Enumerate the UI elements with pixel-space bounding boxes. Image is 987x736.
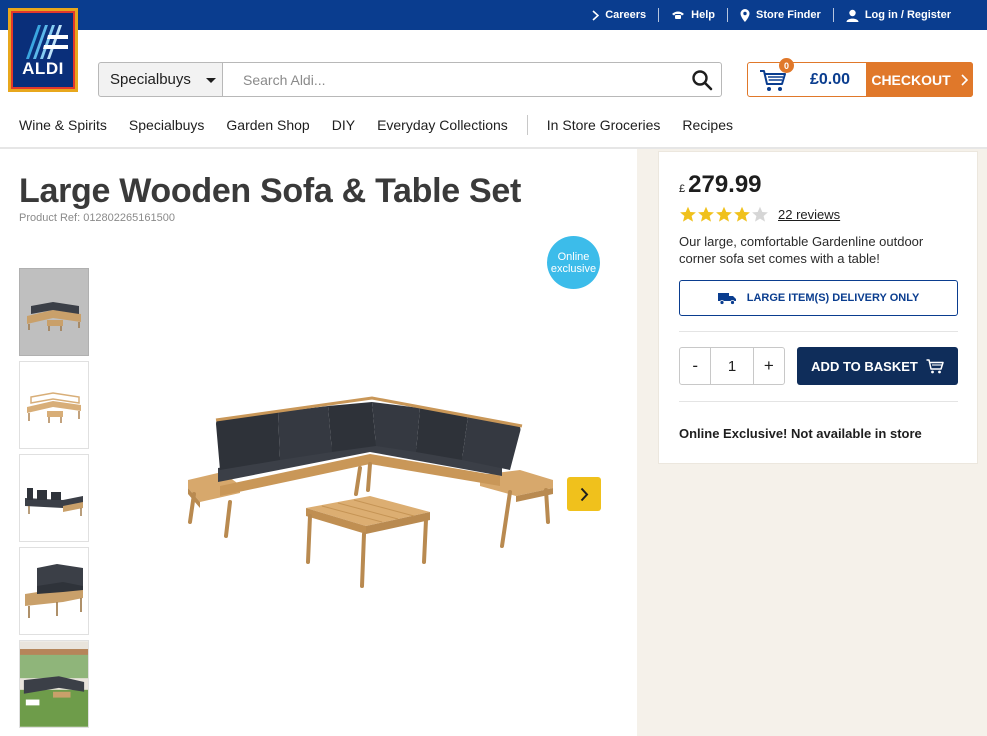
garden-scene-image — [20, 641, 88, 727]
phone-icon — [672, 11, 685, 19]
nav-diy[interactable]: DIY — [321, 117, 366, 133]
search-box — [222, 62, 722, 97]
nav-in-store-groceries[interactable]: In Store Groceries — [536, 117, 672, 133]
careers-label: Careers — [605, 9, 647, 21]
quantity-increase-button[interactable]: + — [754, 348, 784, 384]
utility-links: Careers Help Store Finder Log in / Regis… — [580, 0, 963, 30]
star-empty-icon — [752, 206, 768, 222]
page-title: Large Wooden Sofa & Table Set — [19, 172, 521, 210]
online-exclusive-badge: Online exclusive — [547, 236, 600, 289]
user-icon — [846, 9, 859, 22]
buy-box: £ 279.99 22 reviews Our large, comfortab… — [658, 151, 978, 464]
basket-icon — [926, 358, 944, 373]
product-ref: Product Ref: 012802265161500 — [19, 212, 175, 224]
thumbnail-5[interactable] — [19, 640, 89, 728]
badge-line-2: exclusive — [550, 262, 597, 275]
search-icon[interactable] — [691, 69, 713, 91]
search-category-select[interactable]: Specialbuys — [98, 62, 223, 97]
quantity-stepper: - 1 + — [679, 347, 785, 385]
caret-down-icon — [206, 78, 216, 83]
add-to-basket-button[interactable]: ADD TO BASKET — [797, 347, 958, 385]
product-description: Our large, comfortable Gardenline outdoo… — [679, 234, 924, 266]
cart-button[interactable]: 0 — [748, 58, 794, 96]
delivery-truck-icon — [717, 292, 736, 305]
star-filled-icon — [698, 206, 714, 222]
divider — [679, 401, 958, 402]
main-navigation: Wine & Spirits Specialbuys Garden Shop D… — [0, 110, 744, 140]
logo-text: ALDI — [22, 59, 64, 78]
nav-wine-spirits[interactable]: Wine & Spirits — [0, 117, 118, 133]
chevron-right-icon — [592, 9, 600, 21]
star-filled-icon — [716, 206, 732, 222]
store-finder-label: Store Finder — [756, 9, 821, 21]
careers-link[interactable]: Careers — [580, 8, 658, 22]
cart-count-badge: 0 — [779, 58, 794, 73]
store-finder-link[interactable]: Store Finder — [727, 8, 833, 22]
thumbnail-3[interactable] — [19, 454, 89, 542]
sofa-side-image — [25, 488, 83, 516]
nav-everyday-collections[interactable]: Everyday Collections — [366, 117, 519, 133]
reviews-link[interactable]: 22 reviews — [778, 207, 840, 222]
mini-cart: 0 £0.00 CHECKOUT — [747, 58, 973, 97]
aldi-logo[interactable]: ALDI — [8, 8, 78, 92]
help-link[interactable]: Help — [658, 8, 727, 22]
delivery-label: LARGE ITEM(S) DELIVERY ONLY — [746, 292, 920, 304]
nav-specialbuys[interactable]: Specialbuys — [118, 117, 216, 133]
star-rating — [679, 206, 769, 223]
location-pin-icon — [740, 8, 750, 22]
rating: 22 reviews — [679, 206, 840, 223]
price: £ 279.99 — [679, 172, 762, 198]
chevron-right-icon — [961, 73, 968, 86]
search-input[interactable] — [223, 63, 721, 96]
thumbnail-2[interactable] — [19, 361, 89, 449]
product-main-image — [188, 396, 553, 588]
checkout-label: CHECKOUT — [871, 71, 951, 88]
logo-stripes-icon — [26, 25, 68, 59]
price-currency: £ — [679, 183, 686, 195]
delivery-notice: LARGE ITEM(S) DELIVERY ONLY — [679, 280, 958, 316]
nav-divider — [526, 115, 528, 135]
cart-total[interactable]: £0.00 — [794, 63, 866, 96]
chevron-right-icon — [580, 487, 588, 501]
nav-garden-shop[interactable]: Garden Shop — [215, 117, 320, 133]
star-filled-icon — [680, 206, 696, 222]
login-label: Log in / Register — [864, 9, 951, 21]
availability-note: Online Exclusive! Not available in store — [679, 426, 922, 441]
price-amount: 279.99 — [688, 171, 762, 198]
thumbnail-4[interactable] — [19, 547, 89, 635]
login-link[interactable]: Log in / Register — [832, 8, 963, 22]
search-category-value: Specialbuys — [110, 71, 191, 88]
thumbnail-list — [19, 268, 89, 733]
help-label: Help — [691, 9, 716, 21]
quantity-input[interactable]: 1 — [710, 348, 754, 384]
thumbnail-1[interactable] — [19, 268, 89, 356]
checkout-button[interactable]: CHECKOUT — [866, 62, 973, 97]
divider — [679, 331, 958, 332]
shopping-cart-icon — [760, 70, 786, 91]
sofa-set-image — [27, 302, 81, 331]
utility-bar: Careers Help Store Finder Log in / Regis… — [0, 0, 987, 30]
quantity-decrease-button[interactable]: - — [680, 348, 710, 384]
nav-recipes[interactable]: Recipes — [671, 117, 744, 133]
sofa-closeup-image — [25, 564, 83, 618]
sofa-frame-image — [27, 392, 81, 423]
star-filled-icon — [734, 206, 750, 222]
badge-line-1: Online — [557, 250, 590, 263]
next-image-button[interactable] — [567, 477, 601, 511]
add-to-basket-label: ADD TO BASKET — [811, 358, 918, 374]
